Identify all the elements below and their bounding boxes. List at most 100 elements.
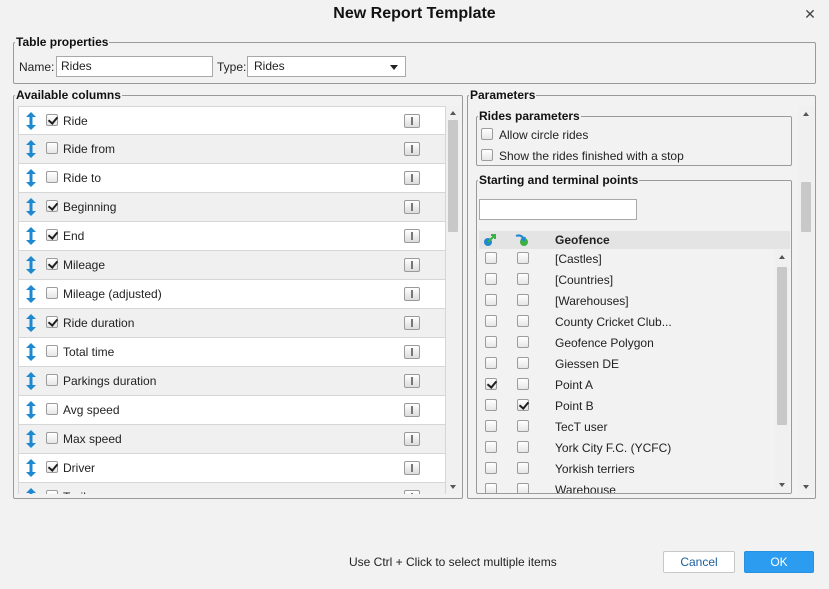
end-point-checkbox[interactable] [517,336,529,348]
parameters-scroll-thumb[interactable] [801,182,811,232]
end-point-checkbox[interactable] [517,441,529,453]
start-point-checkbox[interactable] [485,315,497,327]
cancel-button[interactable]: Cancel [663,551,735,573]
column-options-icon[interactable] [404,490,420,494]
geofence-scroll-thumb[interactable] [777,267,787,425]
drag-handle-icon[interactable] [25,255,37,275]
drag-handle-icon[interactable] [25,313,37,333]
name-input[interactable]: Rides [56,56,213,77]
column-row[interactable]: Driver [18,454,446,483]
column-options-icon[interactable] [404,200,420,214]
end-point-checkbox[interactable] [517,483,529,493]
geofence-row[interactable]: Warehouse [479,480,775,493]
geofence-scrollbar[interactable] [775,249,789,493]
type-select[interactable]: Rides [247,56,406,77]
drag-handle-icon[interactable] [25,400,37,420]
column-row[interactable]: Trailer [18,483,446,494]
column-checkbox[interactable] [46,142,58,154]
end-point-checkbox[interactable] [517,315,529,327]
geofence-row[interactable]: Yorkish terriers [479,459,775,480]
geofence-row[interactable]: Giessen DE [479,354,775,375]
end-point-checkbox[interactable] [517,420,529,432]
column-row[interactable]: Ride duration [18,309,446,338]
close-icon[interactable]: ✕ [803,7,817,21]
column-checkbox[interactable] [46,258,58,270]
geofence-row[interactable]: County Cricket Club... [479,312,775,333]
parameters-scrollbar[interactable] [798,106,814,494]
column-checkbox[interactable] [46,461,58,473]
start-point-checkbox[interactable] [485,483,497,493]
show-rides-finished-stop-checkbox[interactable] [481,149,493,161]
column-checkbox[interactable] [46,287,58,299]
column-row[interactable]: Ride [18,106,446,135]
drag-handle-icon[interactable] [25,284,37,304]
geofence-row[interactable]: [Warehouses] [479,291,775,312]
column-checkbox[interactable] [46,432,58,444]
start-point-checkbox[interactable] [485,273,497,285]
start-point-checkbox[interactable] [485,441,497,453]
drag-handle-icon[interactable] [25,226,37,246]
column-row[interactable]: Mileage (adjusted) [18,280,446,309]
scroll-up-icon[interactable] [450,111,456,115]
column-row[interactable]: Ride to [18,164,446,193]
column-checkbox[interactable] [46,171,58,183]
drag-handle-icon[interactable] [25,111,37,131]
start-point-checkbox[interactable] [485,378,497,390]
drag-handle-icon[interactable] [25,197,37,217]
geofence-row[interactable]: TecT user [479,417,775,438]
column-options-icon[interactable] [404,142,420,156]
column-checkbox[interactable] [46,490,58,494]
column-options-icon[interactable] [404,345,420,359]
column-row[interactable]: Ride from [18,135,446,164]
columns-scroll-thumb[interactable] [448,120,458,232]
end-point-checkbox[interactable] [517,294,529,306]
scroll-down-icon[interactable] [779,483,785,487]
geofence-row[interactable]: Point A [479,375,775,396]
column-row[interactable]: Beginning [18,193,446,222]
column-options-icon[interactable] [404,316,420,330]
column-options-icon[interactable] [404,461,420,475]
column-options-icon[interactable] [404,171,420,185]
column-checkbox[interactable] [46,114,58,126]
start-point-checkbox[interactable] [485,357,497,369]
scroll-down-icon[interactable] [803,485,809,489]
column-row[interactable]: Total time [18,338,446,367]
drag-handle-icon[interactable] [25,458,37,478]
drag-handle-icon[interactable] [25,139,37,159]
geofence-row[interactable]: Geofence Polygon [479,333,775,354]
end-point-checkbox[interactable] [517,399,529,411]
start-point-checkbox[interactable] [485,399,497,411]
scroll-up-icon[interactable] [803,112,809,116]
column-options-icon[interactable] [404,403,420,417]
column-row[interactable]: Avg speed [18,396,446,425]
end-point-checkbox[interactable] [517,378,529,390]
drag-handle-icon[interactable] [25,429,37,449]
ok-button[interactable]: OK [744,551,814,573]
start-point-checkbox[interactable] [485,420,497,432]
column-checkbox[interactable] [46,403,58,415]
column-options-icon[interactable] [404,374,420,388]
columns-scrollbar[interactable] [446,106,460,494]
start-point-checkbox[interactable] [485,294,497,306]
end-point-checkbox[interactable] [517,462,529,474]
column-options-icon[interactable] [404,432,420,446]
drag-handle-icon[interactable] [25,342,37,362]
end-point-checkbox[interactable] [517,273,529,285]
column-row[interactable]: Mileage [18,251,446,280]
column-row[interactable]: Max speed [18,425,446,454]
drag-handle-icon[interactable] [25,371,37,391]
column-row[interactable]: End [18,222,446,251]
geofence-row[interactable]: [Countries] [479,270,775,291]
column-options-icon[interactable] [404,287,420,301]
column-row[interactable]: Parkings duration [18,367,446,396]
column-options-icon[interactable] [404,229,420,243]
start-point-checkbox[interactable] [485,462,497,474]
end-point-checkbox[interactable] [517,252,529,264]
scroll-down-icon[interactable] [450,485,456,489]
column-options-icon[interactable] [404,114,420,128]
column-checkbox[interactable] [46,200,58,212]
geofence-row[interactable]: Point B [479,396,775,417]
column-checkbox[interactable] [46,229,58,241]
drag-handle-icon[interactable] [25,487,37,494]
geofence-row[interactable]: [Castles] [479,249,775,270]
